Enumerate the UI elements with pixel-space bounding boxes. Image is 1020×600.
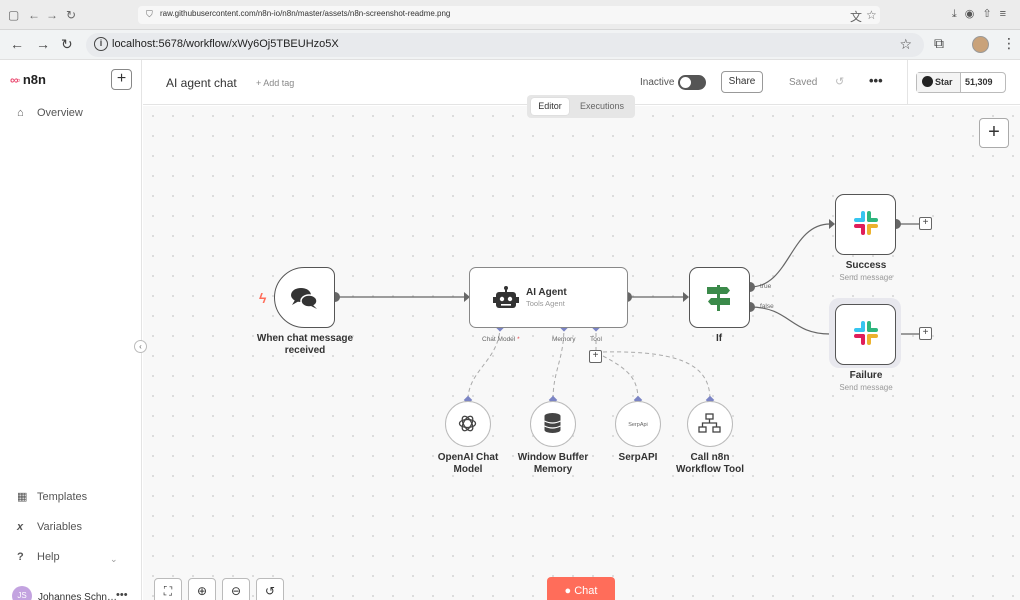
node-label: Window Buffer Memory bbox=[517, 452, 589, 475]
database-icon bbox=[544, 413, 561, 433]
view-tabs: Editor Executions bbox=[527, 95, 635, 118]
output-label-true: true bbox=[760, 283, 772, 290]
tab-executions[interactable]: Executions bbox=[573, 98, 631, 115]
output-label-false: false bbox=[760, 303, 774, 310]
chat-bubbles-icon bbox=[291, 288, 318, 309]
add-after-success-button[interactable]: + bbox=[919, 217, 932, 230]
required-marker: * bbox=[517, 336, 520, 343]
node-subtitle: Send message bbox=[839, 273, 893, 282]
serpapi-icon: SerpApi bbox=[628, 422, 648, 428]
chat-label: Chat bbox=[574, 585, 598, 597]
node-label: Failure bbox=[849, 370, 883, 381]
node-if[interactable] bbox=[689, 267, 750, 328]
fit-view-icon[interactable]: ⛶ bbox=[154, 578, 182, 600]
connection-serpapi-agent bbox=[602, 355, 639, 401]
node-label: SerpAPI bbox=[618, 452, 658, 463]
chat-button[interactable]: ● Chat bbox=[547, 577, 615, 600]
node-openai-chat-model[interactable] bbox=[445, 401, 491, 447]
tab-editor[interactable]: Editor bbox=[531, 98, 569, 115]
connection-if-failure bbox=[749, 306, 831, 335]
reset-icon[interactable]: ↺ bbox=[256, 578, 284, 600]
collapse-sidebar-icon[interactable]: ‹ bbox=[134, 340, 147, 353]
node-window-buffer-memory[interactable] bbox=[530, 401, 576, 447]
node-serpapi[interactable]: SerpApi bbox=[615, 401, 661, 447]
port-label-tool: Tool bbox=[590, 336, 602, 343]
signpost-icon bbox=[707, 285, 730, 311]
sitemap-icon bbox=[698, 413, 721, 433]
node-ai-agent[interactable]: AI Agent Tools Agent bbox=[469, 267, 628, 328]
node-title: AI Agent bbox=[526, 287, 567, 298]
lightning-icon: ϟ bbox=[259, 290, 267, 306]
node-call-workflow-tool[interactable] bbox=[687, 401, 733, 447]
slack-icon bbox=[854, 211, 878, 235]
port-label-text: Chat Model bbox=[482, 336, 516, 343]
connection-workflow-agent bbox=[602, 351, 711, 401]
node-label: Call n8n Workflow Tool bbox=[676, 452, 744, 475]
node-label: If bbox=[715, 333, 723, 344]
node-success[interactable] bbox=[835, 194, 896, 255]
connection-if-success bbox=[749, 223, 831, 288]
node-chat-trigger[interactable] bbox=[274, 267, 335, 328]
chat-icon: ● bbox=[564, 585, 572, 597]
node-failure[interactable] bbox=[835, 304, 896, 365]
node-subtitle: Tools Agent bbox=[526, 299, 565, 308]
add-tool-button[interactable]: + bbox=[589, 350, 602, 363]
openai-icon bbox=[458, 415, 477, 432]
add-after-failure-button[interactable]: + bbox=[919, 327, 932, 340]
port-label-chat-model: Chat Model * bbox=[482, 336, 520, 343]
node-label: OpenAI Chat Model bbox=[437, 452, 499, 475]
add-node-button[interactable]: + bbox=[979, 118, 1009, 148]
slack-icon bbox=[854, 321, 878, 345]
zoom-in-icon[interactable]: ⊕ bbox=[188, 578, 216, 600]
node-label: When chat message received bbox=[256, 333, 354, 356]
node-subtitle: Send message bbox=[839, 383, 893, 392]
node-label: Success bbox=[845, 260, 887, 271]
zoom-out-icon[interactable]: ⊖ bbox=[222, 578, 250, 600]
robot-icon bbox=[493, 286, 519, 308]
port-label-memory: Memory bbox=[552, 336, 576, 343]
